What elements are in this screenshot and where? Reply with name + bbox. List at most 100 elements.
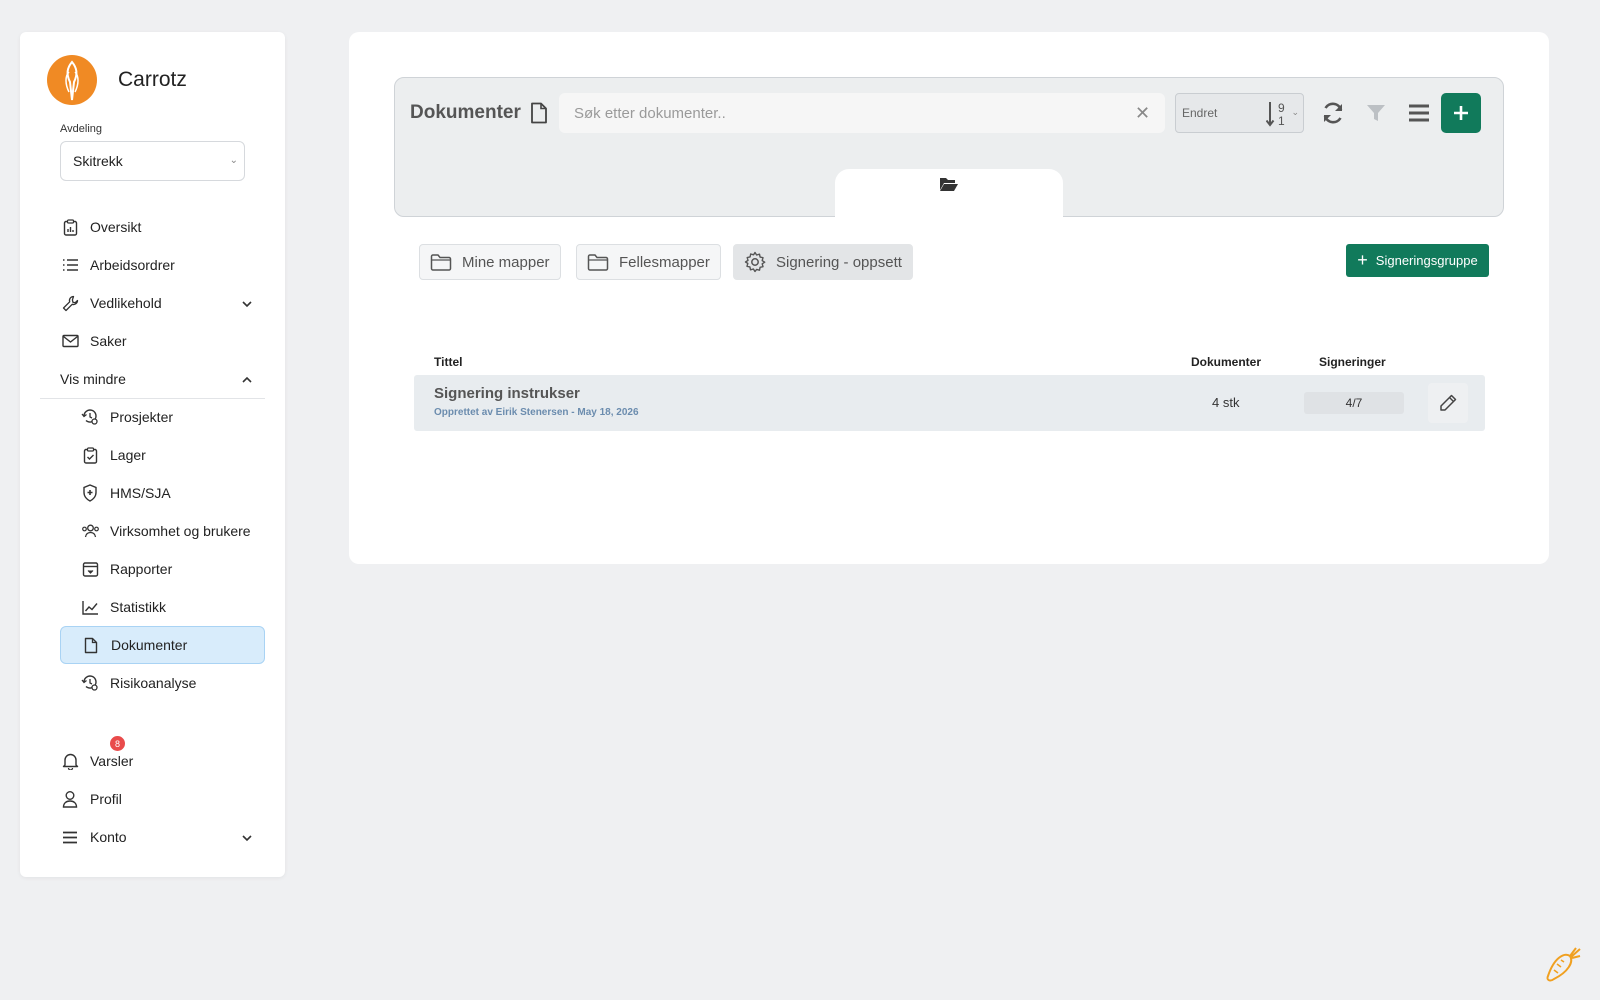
clipboard-chart-icon <box>60 217 80 237</box>
refresh-icon <box>1323 102 1343 124</box>
user-icon <box>60 789 80 809</box>
brand[interactable]: Carrotz <box>47 55 187 105</box>
nav-label: Saker <box>90 333 127 349</box>
filter-mine-mapper-button[interactable]: Mine mapper <box>419 244 561 280</box>
table-row[interactable]: Signering instrukser Opprettet av Eirik … <box>414 375 1485 431</box>
nav-item-rapporter[interactable]: Rapporter <box>60 550 265 588</box>
envelope-icon <box>60 331 80 351</box>
search-input[interactable] <box>559 93 1165 133</box>
menu-button[interactable] <box>1399 93 1439 133</box>
row-title: Signering instrukser <box>434 385 580 402</box>
nav-item-virksomhet[interactable]: Virksomhet og brukere <box>60 512 265 550</box>
bell-icon <box>60 751 80 771</box>
sort-top-digit: 9 <box>1278 101 1285 115</box>
row-signature-count: 4/7 <box>1304 392 1404 414</box>
nav-item-saker[interactable]: Saker <box>60 322 265 360</box>
filter-label: Mine mapper <box>462 253 550 271</box>
nav-label: Oversikt <box>90 219 142 235</box>
button-label: Signeringsgruppe <box>1375 253 1478 268</box>
carrot-logo-icon <box>47 55 97 105</box>
chevron-up-icon <box>241 371 253 387</box>
department-select[interactable]: Skitrekk ⌄ <box>60 141 245 181</box>
nav-label: Risikoanalyse <box>110 675 197 691</box>
add-document-button[interactable] <box>1441 93 1481 133</box>
department-label: Avdeling <box>60 123 102 135</box>
nav-item-varsler[interactable]: Varsler 8 <box>60 736 265 780</box>
pencil-icon <box>1440 394 1457 411</box>
refresh-button[interactable] <box>1313 93 1353 133</box>
archive-box-icon <box>80 559 100 579</box>
folder-view-tab[interactable] <box>835 169 1063 218</box>
nav-item-arbeidsordrer[interactable]: Arbeidsordrer <box>60 246 265 284</box>
filter-label: Signering - oppsett <box>776 253 902 271</box>
plus-icon: + <box>1357 250 1368 270</box>
nav-toggle-vis-mindre[interactable]: Vis mindre <box>60 360 265 398</box>
carrot-corner-icon <box>1542 942 1584 989</box>
sort-select[interactable]: Endret 9 1 ⌄ <box>1175 93 1304 133</box>
filter-signering-oppsett-button[interactable]: Signering - oppsett <box>733 244 913 280</box>
documents-panel: Dokumenter ✕ Endret 9 1 ⌄ <box>349 32 1549 564</box>
nav-label: Vis mindre <box>60 371 126 387</box>
plus-icon <box>1454 106 1468 120</box>
shield-plus-icon <box>80 483 100 503</box>
nav-label: Dokumenter <box>111 637 188 653</box>
nav-item-prosjekter[interactable]: Prosjekter <box>60 398 265 436</box>
nav-label: Lager <box>110 447 146 463</box>
column-header-tittel: Tittel <box>434 355 463 369</box>
sort-descending-icon: 9 1 <box>1265 100 1290 131</box>
history-gear-icon <box>80 407 100 427</box>
nav-label: Virksomhet og brukere <box>110 523 251 539</box>
nav-item-vedlikehold[interactable]: Vedlikehold <box>60 284 265 322</box>
sort-bottom-digit: 1 <box>1278 114 1285 128</box>
filter-icon <box>1367 105 1385 121</box>
document-icon <box>530 102 548 129</box>
department-selected-value: Skitrekk <box>73 153 123 169</box>
edit-row-button[interactable] <box>1428 383 1468 423</box>
folder-open-icon <box>940 178 958 191</box>
chevron-down-icon <box>241 295 253 311</box>
clipboard-check-icon <box>80 445 100 465</box>
users-icon <box>80 521 100 541</box>
nav-item-konto[interactable]: Konto <box>60 818 265 856</box>
nav-label: HMS/SJA <box>110 485 171 501</box>
nav-label: Profil <box>90 791 122 807</box>
nav-item-statistikk[interactable]: Statistikk <box>60 588 265 626</box>
filter-button[interactable] <box>1356 93 1396 133</box>
column-header-dokumenter: Dokumenter <box>1191 355 1262 369</box>
chevron-down-icon: ⌄ <box>229 155 238 166</box>
nav-label: Vedlikehold <box>90 295 162 311</box>
nav-item-hms[interactable]: HMS/SJA <box>60 474 265 512</box>
wrench-icon <box>60 293 80 313</box>
document-icon <box>81 635 101 655</box>
nav-item-lager[interactable]: Lager <box>60 436 265 474</box>
nav-item-oversikt[interactable]: Oversikt <box>60 208 265 246</box>
line-chart-icon <box>80 597 100 617</box>
history-gear-icon <box>80 673 100 693</box>
chevron-down-icon <box>241 829 253 845</box>
notification-count-badge: 8 <box>110 736 125 751</box>
nav-label: Rapporter <box>110 561 173 577</box>
sidebar: Carrotz Avdeling Skitrekk ⌄ Oversikt Arb… <box>20 32 285 877</box>
documents-toolbar: Dokumenter ✕ Endret 9 1 ⌄ <box>394 77 1504 218</box>
filter-fellesmapper-button[interactable]: Fellesmapper <box>576 244 721 280</box>
sort-selected-value: Endret <box>1182 106 1218 120</box>
chevron-down-icon: ⌄ <box>1291 107 1299 117</box>
brand-name: Carrotz <box>118 68 187 91</box>
column-header-signeringer: Signeringer <box>1319 355 1386 369</box>
folder-icon <box>430 253 452 271</box>
folder-icon <box>587 253 609 271</box>
nav-label: Statistikk <box>110 599 167 615</box>
page-title: Dokumenter <box>410 102 521 123</box>
row-document-count: 4 stk <box>1212 395 1240 410</box>
list-icon <box>60 255 80 275</box>
nav-label: Konto <box>90 829 127 845</box>
nav-label: Arbeidsordrer <box>90 257 175 273</box>
nav-item-profil[interactable]: Profil <box>60 780 265 818</box>
filter-label: Fellesmapper <box>619 253 710 271</box>
add-signeringsgruppe-button[interactable]: + Signeringsgruppe <box>1346 244 1489 277</box>
nav-item-dokumenter[interactable]: Dokumenter <box>60 626 265 664</box>
clear-search-icon[interactable]: ✕ <box>1135 103 1150 124</box>
nav-item-risikoanalyse[interactable]: Risikoanalyse <box>60 664 265 702</box>
nav-label: Varsler <box>90 753 134 769</box>
gear-icon <box>744 251 766 273</box>
